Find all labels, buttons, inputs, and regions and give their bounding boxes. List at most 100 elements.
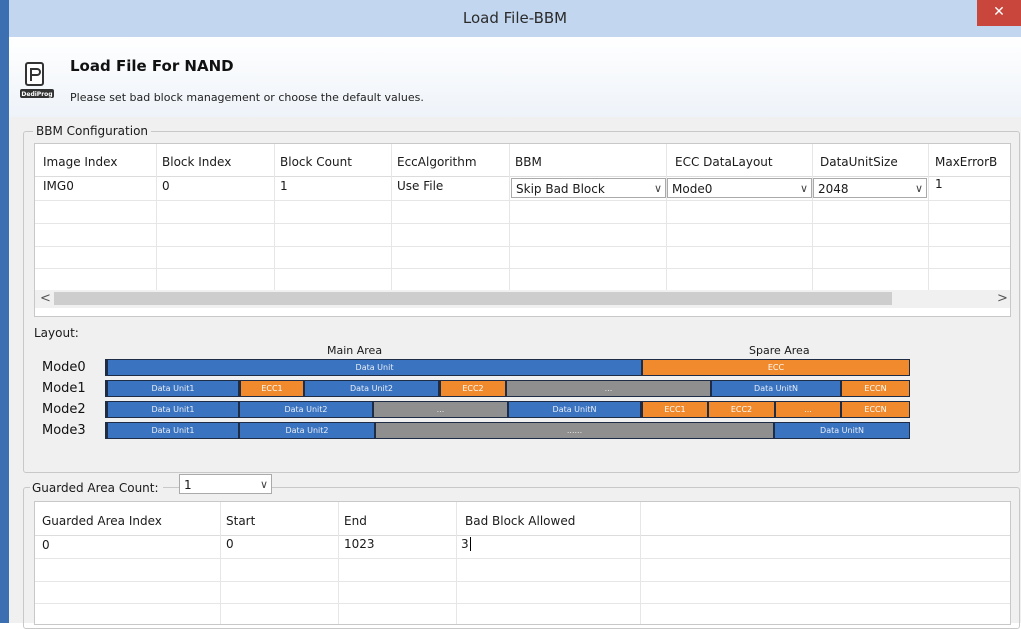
cell-block-index[interactable]: 0	[162, 179, 170, 193]
mode2-data-unit2: Data Unit2	[240, 402, 372, 417]
col-guarded-area-index[interactable]: Guarded Area Index	[42, 514, 162, 528]
mode1-data-unit2: Data Unit2	[305, 381, 438, 396]
mode0-ecc: ECC	[643, 360, 909, 375]
grid-line	[220, 502, 221, 624]
grid-line	[35, 223, 1010, 224]
window-title: Load File-BBM	[462, 9, 568, 27]
col-start[interactable]: Start	[226, 514, 255, 528]
bbm-dropdown[interactable]: Skip Bad Block ∨	[511, 178, 666, 198]
mode2-ecc-gap: ...	[776, 402, 840, 417]
col-image-index[interactable]: Image Index	[43, 155, 117, 169]
bbm-value: Skip Bad Block	[516, 182, 605, 196]
cell-start[interactable]: 0	[226, 537, 234, 551]
grid-line	[156, 144, 157, 290]
grid-line	[35, 268, 1010, 269]
mode2-ecc1: ECC1	[643, 402, 707, 417]
grid-line	[456, 502, 457, 624]
cell-guarded-area-index[interactable]: 0	[42, 538, 50, 552]
grid-line	[928, 144, 929, 290]
dediprog-logo-icon: DediProg	[20, 61, 54, 99]
mode2-eccn: ECCN	[842, 402, 909, 417]
mode3-label: Mode3	[42, 423, 86, 438]
grid-line	[640, 502, 641, 624]
mode3-gap: ......	[376, 423, 773, 438]
col-data-unit-size[interactable]: DataUnitSize	[820, 155, 898, 169]
grid-line	[35, 176, 1010, 177]
chevron-down-icon: ∨	[653, 182, 662, 195]
mode2-label: Mode2	[42, 402, 86, 417]
cell-ecc-algorithm[interactable]: Use File	[397, 179, 443, 193]
col-bad-block-allowed[interactable]: Bad Block Allowed	[465, 514, 575, 528]
mode1-label: Mode1	[42, 381, 86, 396]
mode1-gap: ...	[507, 381, 710, 396]
guarded-area-count-label: Guarded Area Count:	[30, 481, 163, 495]
col-block-index[interactable]: Block Index	[162, 155, 231, 169]
col-bbm[interactable]: BBM	[515, 155, 542, 169]
page-subtitle: Please set bad block management or choos…	[70, 91, 424, 104]
col-block-count[interactable]: Block Count	[280, 155, 352, 169]
col-max-error[interactable]: MaxErrorB	[935, 155, 1009, 169]
grid-line	[35, 558, 1010, 559]
col-ecc-algorithm[interactable]: EccAlgorithm	[397, 155, 477, 169]
grid-line	[509, 144, 510, 290]
grid-line	[35, 200, 1010, 201]
cell-block-count[interactable]: 1	[280, 179, 288, 193]
bbm-group-label: BBM Configuration	[33, 124, 152, 138]
mode1-eccn: ECCN	[842, 381, 909, 396]
grid-line	[338, 502, 339, 624]
cell-end[interactable]: 1023	[344, 537, 375, 551]
ecc-data-layout-dropdown[interactable]: Mode0 ∨	[667, 178, 812, 198]
main-area-label: Main Area	[327, 344, 383, 357]
mode0-layout-bar: Data Unit ECC	[105, 359, 910, 376]
mode3-data-unit2: Data Unit2	[240, 423, 374, 438]
grid-line	[35, 246, 1010, 247]
guarded-area-count-value: 1	[184, 478, 192, 492]
grid-line	[666, 144, 667, 290]
ecc-data-layout-value: Mode0	[672, 182, 713, 196]
grid-line	[812, 144, 813, 290]
mode3-data-unit1: Data Unit1	[108, 423, 238, 438]
mode2-data-unit1: Data Unit1	[108, 402, 238, 417]
cell-max-error[interactable]: 1	[935, 177, 943, 191]
chevron-down-icon: ∨	[914, 182, 923, 195]
grid-line	[274, 144, 275, 290]
data-unit-size-value: 2048	[818, 182, 849, 196]
mode1-ecc2: ECC2	[441, 381, 505, 396]
col-ecc-data-layout[interactable]: ECC DataLayout	[675, 155, 773, 169]
data-unit-size-dropdown[interactable]: 2048 ∨	[813, 178, 927, 198]
mode3-data-unitn: Data UnitN	[775, 423, 909, 438]
spare-area-label: Spare Area	[749, 344, 810, 357]
cell-image-index[interactable]: IMG0	[43, 179, 74, 193]
grid-line	[391, 144, 392, 290]
mode1-layout-bar: Data Unit1 ECC1 Data Unit2 ECC2 ... Data…	[105, 380, 910, 397]
page-title: Load File For NAND	[70, 57, 234, 75]
chevron-down-icon: ∨	[799, 182, 808, 195]
mode3-layout-bar: Data Unit1 Data Unit2 ...... Data UnitN	[105, 422, 910, 439]
dialog-header: DediProg Load File For NAND Please set b…	[9, 37, 1021, 117]
col-end[interactable]: End	[344, 514, 367, 528]
horizontal-scrollbar[interactable]: < >	[35, 290, 1010, 308]
scroll-thumb[interactable]	[54, 292, 892, 305]
guarded-area-count-dropdown[interactable]: 1 ∨	[179, 474, 272, 494]
scroll-right-icon[interactable]: >	[997, 291, 1008, 306]
mode0-data-unit: Data Unit	[108, 360, 641, 375]
layout-label: Layout:	[34, 326, 79, 340]
cell-bad-block-allowed[interactable]: 3	[461, 537, 471, 551]
mode1-ecc1: ECC1	[241, 381, 303, 396]
window-frame	[0, 0, 9, 623]
close-button[interactable]: ✕	[977, 0, 1021, 26]
bbm-table: Image Index Block Index Block Count EccA…	[34, 143, 1011, 317]
chevron-down-icon: ∨	[259, 478, 268, 491]
guarded-area-table: Guarded Area Index Start End Bad Block A…	[34, 501, 1011, 625]
grid-line	[35, 603, 1010, 604]
grid-line	[35, 581, 1010, 582]
mode1-data-unit1: Data Unit1	[108, 381, 238, 396]
grid-line	[35, 535, 1010, 536]
scroll-left-icon[interactable]: <	[40, 291, 51, 306]
mode2-gap: ...	[374, 402, 507, 417]
title-bar: Load File-BBM ✕	[9, 0, 1021, 37]
mode1-data-unitn: Data UnitN	[712, 381, 840, 396]
logo-text: DediProg	[21, 91, 52, 98]
mode2-ecc2: ECC2	[709, 402, 774, 417]
mode2-data-unitn: Data UnitN	[509, 402, 640, 417]
